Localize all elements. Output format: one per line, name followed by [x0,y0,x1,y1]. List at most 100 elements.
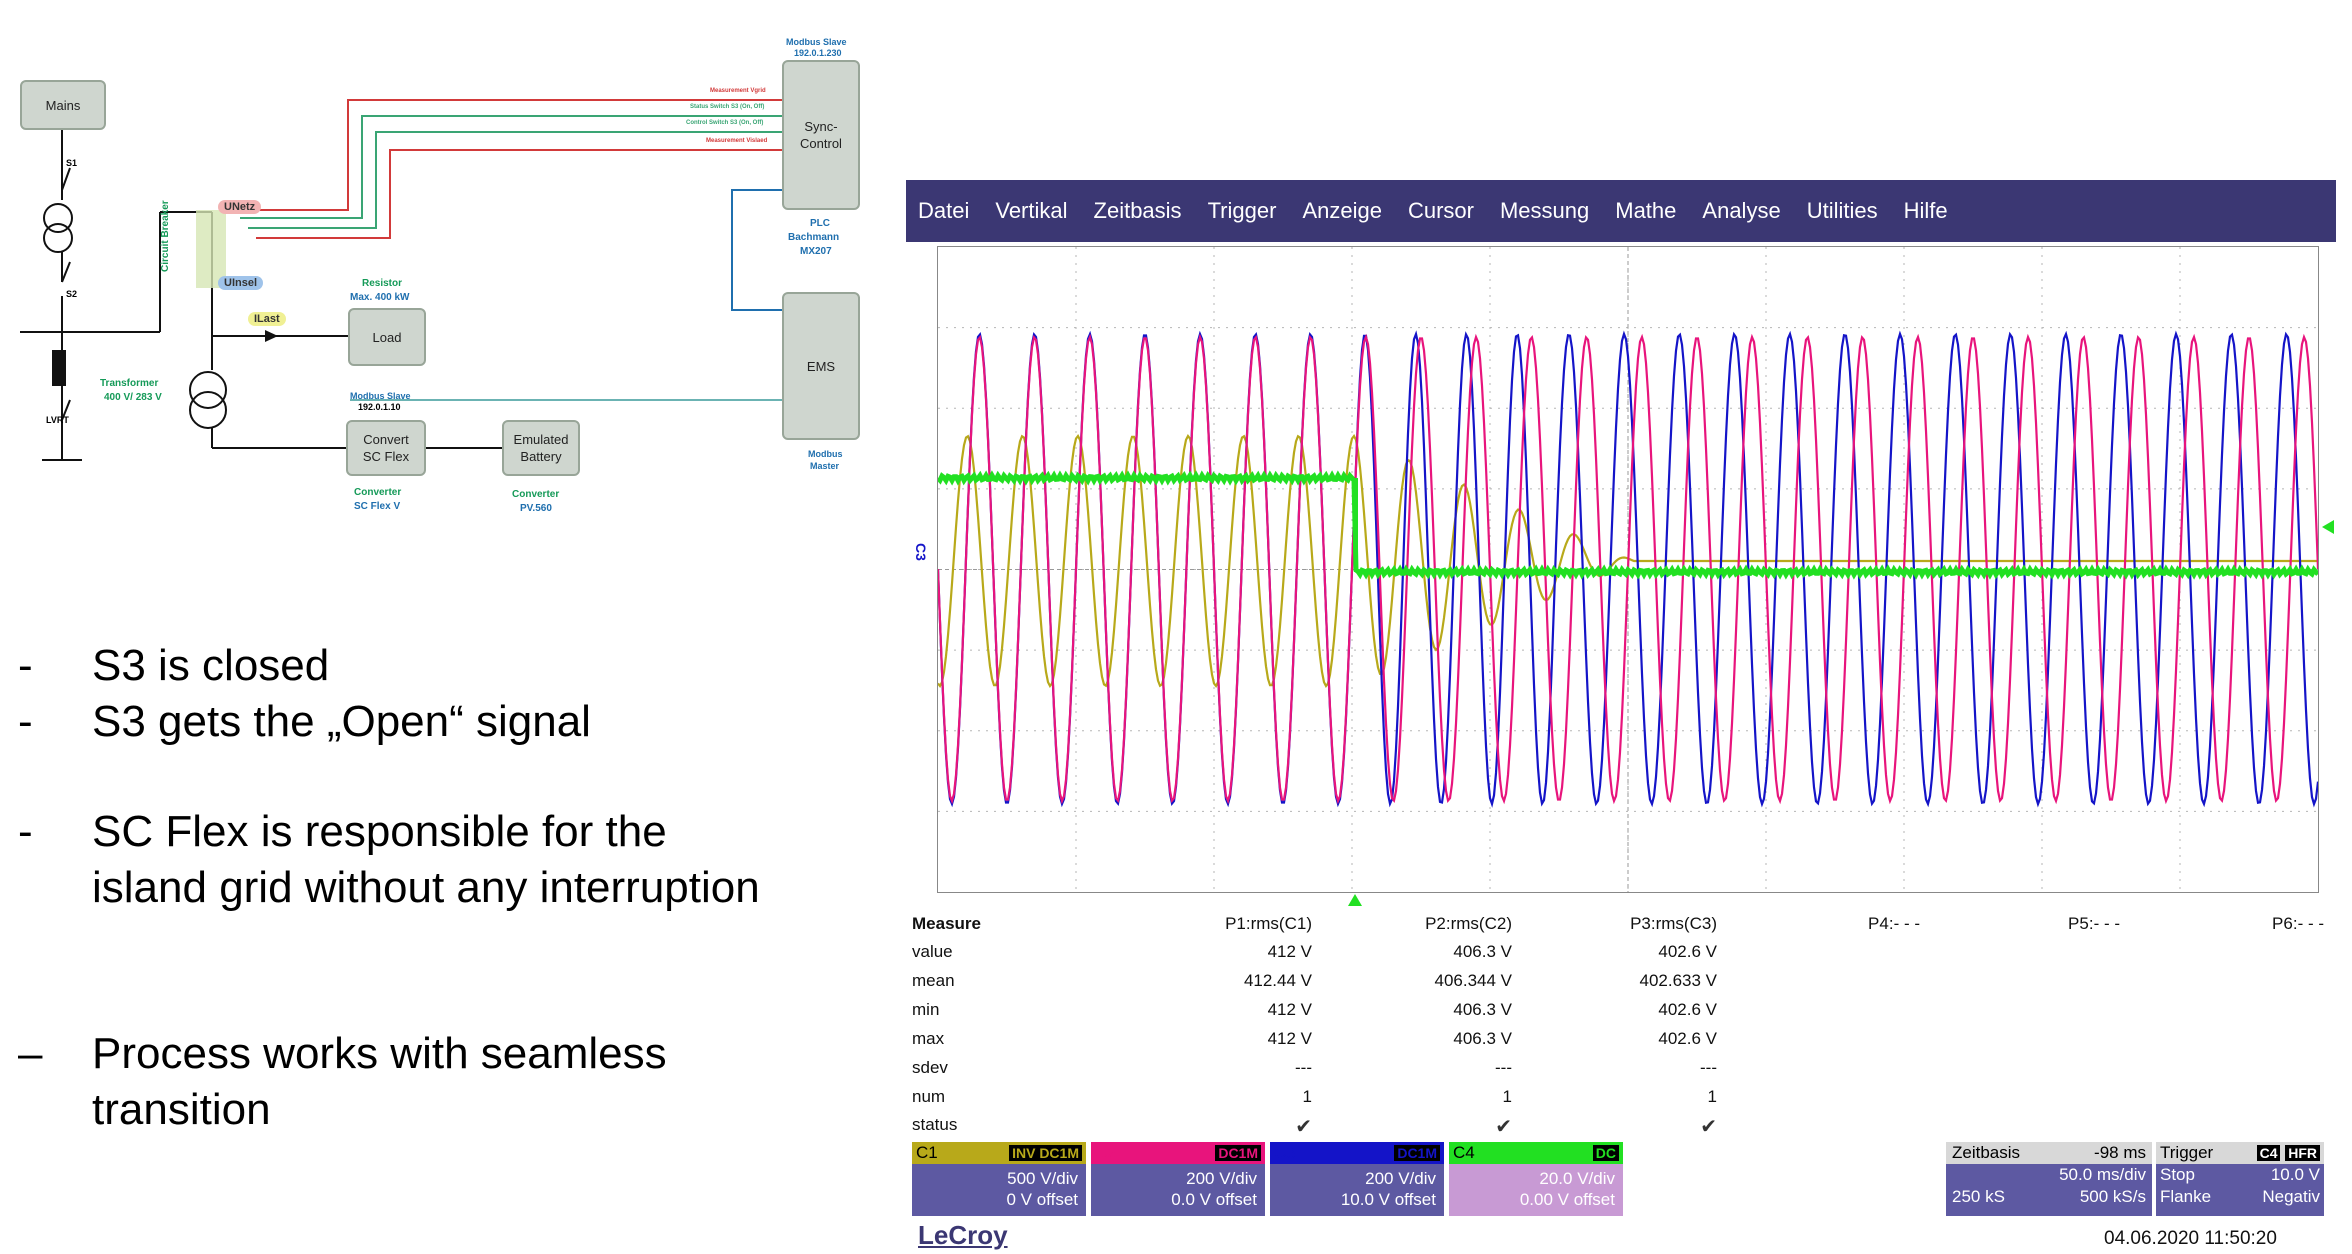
plc-model: MX207 [800,246,832,257]
status-check-icon: ✔ [1700,1116,1717,1138]
lvrt-label: LVRT [46,415,69,425]
row-label: min [912,1000,940,1019]
bullet-marker: - [18,697,33,746]
ems-label: EMS [806,358,836,374]
bullet-text: SC Flex is responsible for the island gr… [92,807,760,912]
transformer-label: Transformer [100,378,159,389]
u-netz-label: UNetz [218,200,262,214]
channel-offset: 0 V offset [1006,1190,1078,1209]
row-label: num [912,1087,946,1106]
param-p3: P3:rms(C3) [1630,914,1717,933]
menu-cursor[interactable]: Cursor [1408,198,1474,224]
channel-name: C3 [1274,1143,1296,1162]
row-value: --- [1700,1058,1717,1077]
row-label: value [912,942,953,961]
scope-menu-bar: Datei Vertikal Zeitbasis Trigger Anzeige… [906,180,2336,242]
channel-c4-panel[interactable]: C4 DC 20.0 V/div 0.00 V offset [1449,1142,1623,1216]
row-label: max [912,1029,945,1048]
menu-datei[interactable]: Datei [918,198,969,224]
channel-scale: 200 V/div [1365,1169,1436,1188]
ems-box: EMS [782,292,860,440]
row-value: 406.3 V [1453,1000,1512,1019]
signal-label-2: Status Switch S3 (On, Off) [690,104,765,110]
menu-anzeige[interactable]: Anzeige [1302,198,1382,224]
zeitbasis-rate: 50.0 ms/div [2059,1165,2146,1184]
row-value: 1 [1707,1087,1717,1106]
channel-c1-panel[interactable]: C1 INV DC1M 500 V/div 0 V offset [912,1142,1086,1216]
signal-label-1: Measurement Vgrid [710,88,766,94]
resistor-label: Resistor [362,278,403,289]
mains-label: Mains [45,97,81,113]
resistor-value: Max. 400 kW [350,292,410,303]
channel-badge: DC [1592,1145,1619,1161]
row-value: 402.6 V [1658,1000,1717,1019]
row-value: 402.6 V [1658,1029,1717,1048]
converter-1-value: SC Flex V [354,501,401,512]
menu-mathe[interactable]: Mathe [1615,198,1676,224]
zeitbasis-label: Zeitbasis [1952,1143,2021,1162]
row-label: mean [912,971,955,990]
channel-c2-panel[interactable]: C2 DC1M 200 V/div 0.0 V offset [1091,1142,1265,1216]
row-value: 1 [1502,1087,1512,1106]
menu-vertikal[interactable]: Vertikal [995,198,1067,224]
circuit-diagram: Mains S1 S2 LVRT Transformer 400 V/ 283 … [0,0,880,560]
signal-label-4: Measurement Vislaed [706,138,768,144]
bullet-marker: - [18,641,33,690]
zeitbasis-panel[interactable]: Zeitbasis -98 ms 50.0 ms/div 250 kS 500 kS… [1946,1142,2152,1216]
trigger-panel[interactable]: Trigger C4 HFR Stop 10.0 V Flanke Negativ [2156,1142,2324,1216]
menu-trigger[interactable]: Trigger [1208,198,1277,224]
channel-scale: 200 V/div [1186,1169,1257,1188]
sync-control-label: Sync-Control [800,119,842,151]
bullet-text: S3 gets the „Open“ signal [92,697,591,746]
trigger-level-marker [2322,520,2334,534]
measure-header: Measure [912,914,981,933]
scope-display[interactable] [937,246,2319,893]
s1-label: S1 [66,158,78,168]
channel-badge: INV DC1M [1009,1145,1082,1161]
waveform-area [938,247,2318,892]
circuit-wiring [20,99,782,461]
channel-name: C4 [1453,1143,1475,1162]
row-value: 412 V [1267,942,1312,961]
channel-name: C1 [916,1143,938,1162]
channel-badge: DC1M [1215,1145,1261,1161]
bullet-text: S3 is closed [92,641,330,690]
menu-analyse[interactable]: Analyse [1702,198,1780,224]
load-label: Load [372,329,402,345]
param-p4: P4:- - - [1868,914,1920,933]
channel-scale: 20.0 V/div [1539,1169,1615,1188]
zeitbasis-samples: 250 kS [1952,1187,2005,1206]
channel-name: C2 [1095,1143,1117,1162]
menu-hilfe[interactable]: Hilfe [1904,198,1948,224]
row-value: 406.3 V [1453,942,1512,961]
channel-offset: 0.00 V offset [1519,1190,1615,1209]
row-value: --- [1295,1058,1312,1077]
row-value: 412 V [1267,1029,1312,1048]
row-label: status [912,1115,958,1134]
menu-utilities[interactable]: Utilities [1807,198,1878,224]
bullet-text: Process works with seamless transition [92,1029,667,1134]
load-box: Load [348,308,426,366]
modbus-master-label-1: Modbus [808,449,843,459]
zeitbasis-delay: -98 ms [2094,1143,2146,1162]
channel-c3-panel[interactable]: C3 DC1M 200 V/div 10.0 V offset [1270,1142,1444,1216]
trigger-source-badge: C4 [2256,1145,2281,1161]
row-value: 406.3 V [1453,1029,1512,1048]
menu-messung[interactable]: Messung [1500,198,1589,224]
signal-label-3: Control Switch S3 (On, Off) [686,120,764,126]
mains-box: Mains [20,80,106,130]
modbus-slave-1-ip: 192.0.1.10 [358,402,401,412]
status-check-icon: ✔ [1495,1116,1512,1138]
bullet-marker: - [18,807,33,856]
converter-2-value: PV.560 [520,503,552,514]
menu-zeitbasis[interactable]: Zeitbasis [1094,198,1182,224]
trigger-position-marker [1348,894,1362,906]
modbus-master-label-2: Master [810,461,840,471]
convert-sc-flex-label: Convert SC Flex [362,432,410,464]
row-value: 1 [1302,1087,1312,1106]
convert-sc-flex-box: Convert SC Flex [346,420,426,476]
trigger-slope: Negativ [2262,1187,2320,1206]
row-value: --- [1495,1058,1512,1077]
param-p6: P6:- - - [2272,914,2324,933]
status-check-icon: ✔ [1295,1116,1312,1138]
